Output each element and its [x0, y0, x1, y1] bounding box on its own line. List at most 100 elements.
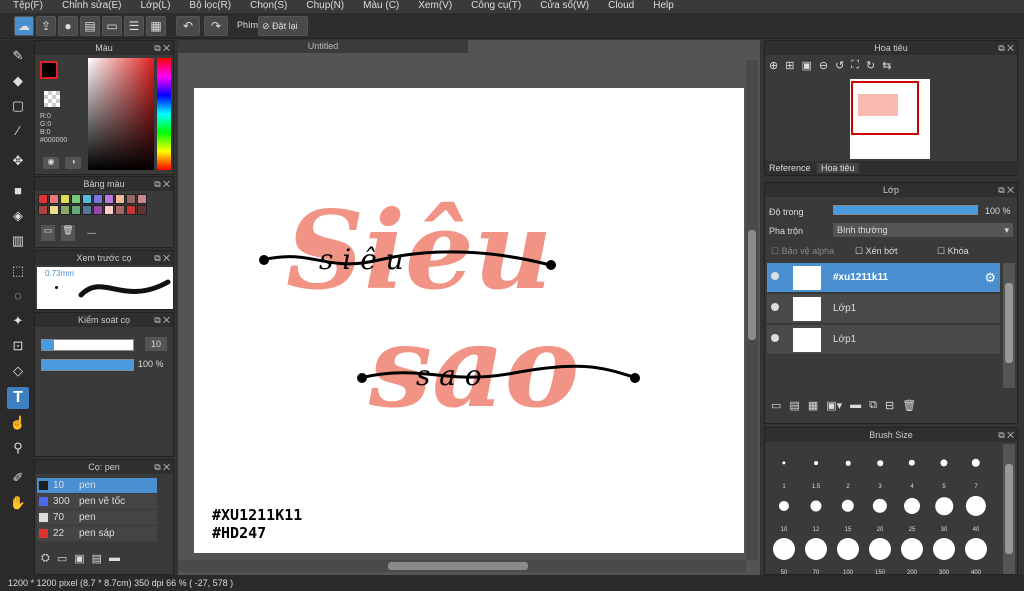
- foreground-color[interactable]: [40, 61, 58, 79]
- eye-icon[interactable]: [771, 334, 779, 342]
- brush-size-cell[interactable]: 1: [769, 448, 799, 490]
- flip-icon[interactable]: ⇆: [882, 59, 891, 72]
- swatch[interactable]: [71, 194, 81, 204]
- zoom-in-icon[interactable]: ⊕: [769, 59, 778, 72]
- brush-size-cell[interactable]: 40: [961, 491, 991, 533]
- rect-icon[interactable]: ▢: [7, 95, 29, 117]
- brush-size-cell[interactable]: 70: [801, 534, 831, 574]
- reset-button[interactable]: ⊘ Đặt lại: [258, 16, 308, 36]
- h-scroll-thumb[interactable]: [388, 562, 528, 570]
- panel-close-icon[interactable]: ⧉ ✕: [154, 313, 170, 327]
- hand-select-icon[interactable]: ☝: [7, 412, 29, 434]
- size-slider[interactable]: [41, 339, 134, 351]
- menu-color[interactable]: Màu (C): [350, 0, 405, 13]
- new-page-icon[interactable]: ▭: [41, 225, 55, 241]
- cloud-icon[interactable]: ☁: [14, 16, 34, 36]
- swatch[interactable]: [137, 194, 147, 204]
- layer-row[interactable]: Lớp1: [767, 325, 1000, 355]
- menu-capture[interactable]: Chụp(N): [293, 0, 350, 13]
- protect-alpha[interactable]: ☐ Bảo vệ alpha: [771, 246, 834, 257]
- tab-navigator[interactable]: Hoa tiêu: [817, 163, 859, 173]
- brush-size-cell[interactable]: 300: [929, 534, 959, 574]
- brush-size-cell[interactable]: 200: [897, 534, 927, 574]
- brush-size-cell[interactable]: 2: [833, 448, 863, 490]
- swatch[interactable]: [71, 205, 81, 215]
- size-value[interactable]: 10: [145, 337, 167, 351]
- move-icon[interactable]: ✥: [7, 150, 29, 172]
- chat-icon[interactable]: ▤: [80, 16, 100, 36]
- folder-icon[interactable]: ▬: [850, 399, 861, 412]
- brush-size-cell[interactable]: 10: [769, 491, 799, 533]
- navigator-thumb[interactable]: [850, 79, 930, 159]
- brush-item[interactable]: 300 pen vẽ tốc: [37, 494, 157, 509]
- fit-icon[interactable]: ▣: [801, 59, 811, 72]
- brush-item[interactable]: 10 pen: [37, 478, 157, 493]
- brush-size-cell[interactable]: 400: [961, 534, 991, 574]
- swatch[interactable]: [126, 194, 136, 204]
- eraser-icon[interactable]: ◆: [7, 70, 29, 92]
- saturation-box[interactable]: [88, 58, 154, 170]
- brush-size-cell[interactable]: 3: [865, 448, 895, 490]
- menu-view[interactable]: Xem(V): [405, 0, 458, 13]
- blend-select[interactable]: Bình thường ▾: [833, 223, 1013, 237]
- grid-icon[interactable]: ▦: [146, 16, 166, 36]
- hand-icon[interactable]: ✋: [7, 492, 29, 514]
- gear-icon[interactable]: ⚙: [984, 270, 996, 286]
- brush-size-cell[interactable]: 12: [801, 491, 831, 533]
- fill-rect-icon[interactable]: ■: [7, 180, 29, 202]
- swatch[interactable]: [82, 205, 92, 215]
- new-layer-icon[interactable]: ▭: [771, 399, 781, 412]
- new-layer-8bit-icon[interactable]: ▤: [789, 399, 799, 412]
- menu-window[interactable]: Cửa sổ(W): [527, 0, 595, 13]
- rotate-right-icon[interactable]: ↻: [866, 59, 875, 72]
- select-pen-icon[interactable]: ⊡: [7, 335, 29, 357]
- brush-item[interactable]: 22 pen sáp: [37, 526, 157, 541]
- swatch[interactable]: [60, 194, 70, 204]
- clip-checkbox[interactable]: ☐ Xén bớt: [855, 246, 898, 257]
- swatch[interactable]: [49, 194, 59, 204]
- brush-size-cell[interactable]: 20: [865, 491, 895, 533]
- swatch[interactable]: [104, 194, 114, 204]
- comment-icon[interactable]: ●: [58, 16, 78, 36]
- opacity-slider[interactable]: [41, 359, 134, 371]
- swatch[interactable]: [82, 194, 92, 204]
- document-tab[interactable]: Untitled: [178, 40, 468, 53]
- swatch[interactable]: [104, 205, 114, 215]
- page-icon[interactable]: ▭: [102, 16, 122, 36]
- trash-icon[interactable]: 🗑: [61, 225, 75, 241]
- brush-size-cell[interactable]: 1.5: [801, 448, 831, 490]
- brush-size-cell[interactable]: 15: [833, 491, 863, 533]
- brush-size-cell[interactable]: 30: [929, 491, 959, 533]
- palette-icon[interactable]: ◉: [43, 157, 59, 169]
- swatch[interactable]: [60, 205, 70, 215]
- redo-icon[interactable]: ↷: [204, 16, 228, 36]
- brush-size-scroll-thumb[interactable]: [1005, 464, 1013, 554]
- hue-slider[interactable]: [157, 58, 171, 170]
- brush-icon[interactable]: ✎: [7, 45, 29, 67]
- layer-opacity-slider[interactable]: [833, 205, 978, 215]
- eyedropper-icon[interactable]: ✐: [7, 467, 29, 489]
- undo-icon[interactable]: ↶: [176, 16, 200, 36]
- lock-checkbox[interactable]: ☐ Khóa: [937, 246, 969, 257]
- brush-folder-icon[interactable]: ▬: [109, 552, 120, 565]
- swatch[interactable]: [93, 205, 103, 215]
- swatch[interactable]: [93, 194, 103, 204]
- v-scrollbar[interactable]: [746, 60, 758, 560]
- wand-icon[interactable]: ✦: [7, 310, 29, 332]
- dropper-icon[interactable]: ⚲: [7, 437, 29, 459]
- swatch[interactable]: [126, 205, 136, 215]
- delete-layer-icon[interactable]: 🗑: [902, 399, 916, 412]
- brush-size-cell[interactable]: 50: [769, 534, 799, 574]
- merge-icon[interactable]: ⊟: [885, 399, 894, 412]
- panel-close-icon[interactable]: ⧉ ✕: [998, 183, 1014, 197]
- swatch[interactable]: [38, 194, 48, 204]
- panel-close-icon[interactable]: ⧉ ✕: [154, 460, 170, 474]
- menu-filter[interactable]: Bộ lọc(R): [176, 0, 237, 13]
- select-rect-icon[interactable]: ⬚: [7, 260, 29, 282]
- text-icon[interactable]: T: [7, 387, 29, 409]
- swatch[interactable]: [115, 205, 125, 215]
- fullscreen-icon[interactable]: ⛶: [851, 59, 859, 72]
- new-layer-1bit-icon[interactable]: ▦: [808, 399, 818, 412]
- brush-new-icon[interactable]: ▭: [57, 552, 67, 565]
- layer-row[interactable]: #xu1211k11 ⚙: [767, 263, 1000, 293]
